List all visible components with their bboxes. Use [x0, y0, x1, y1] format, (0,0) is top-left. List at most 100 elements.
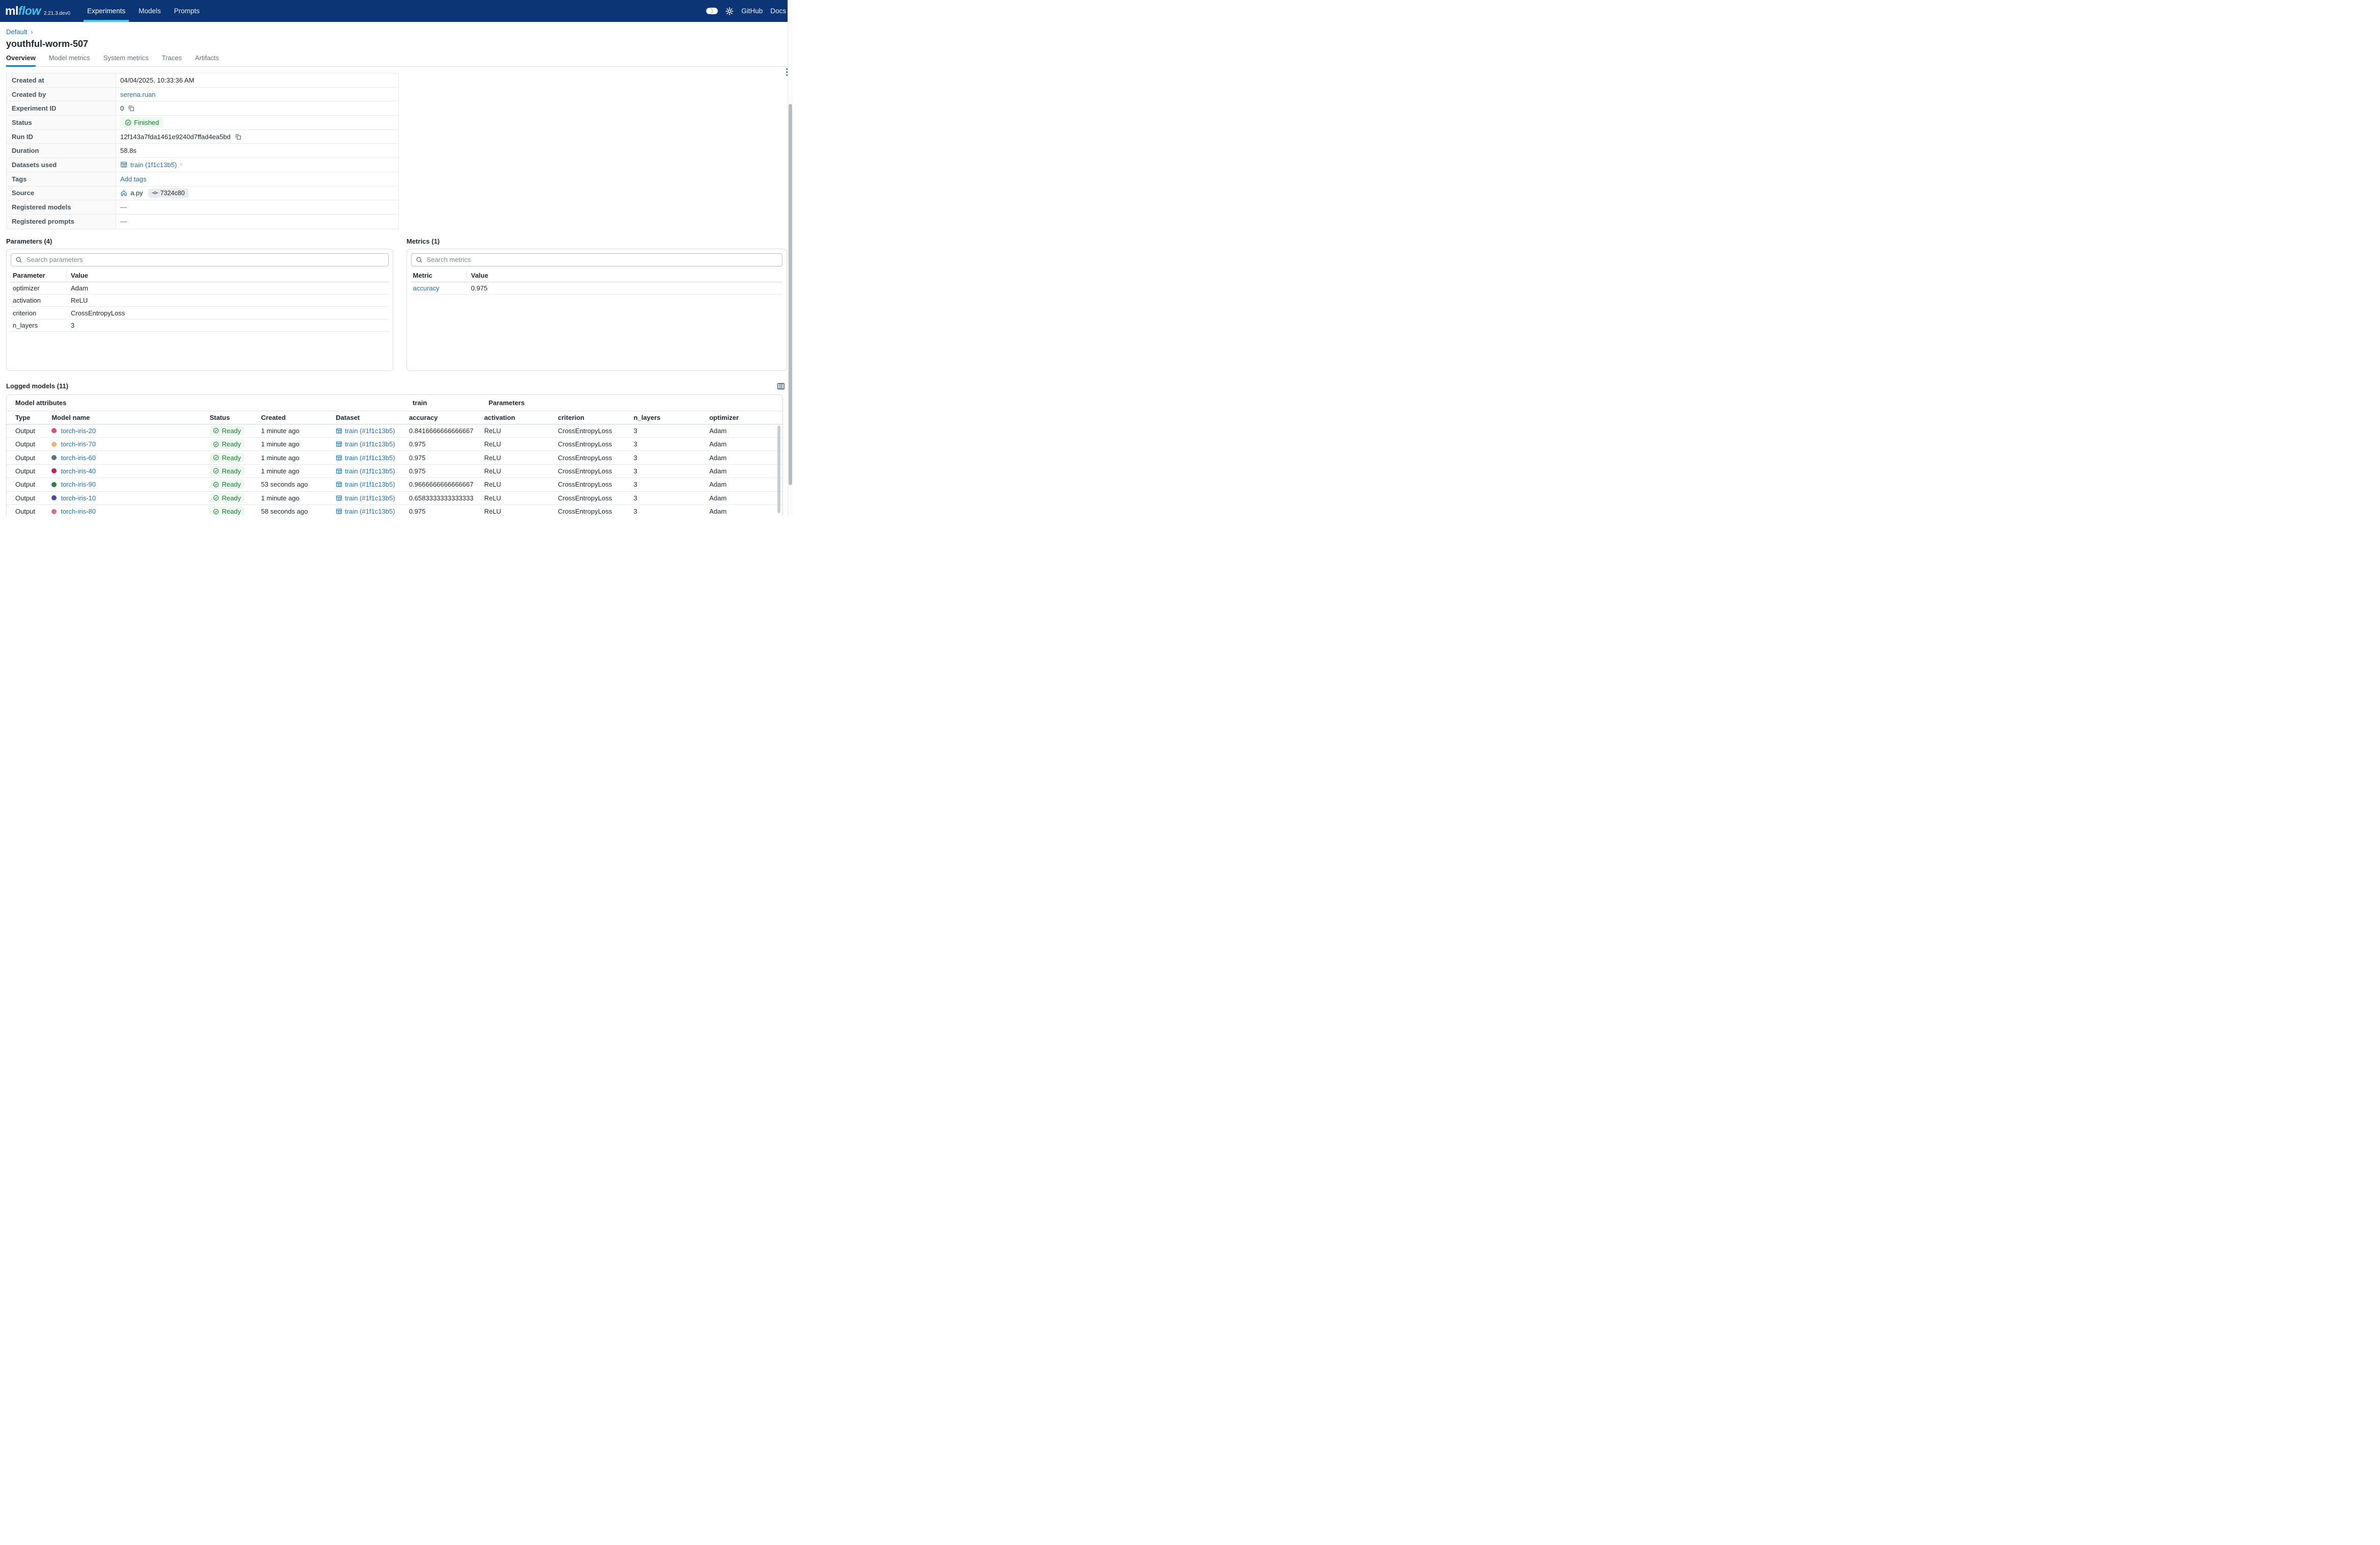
registered-prompts-empty: —	[120, 218, 127, 225]
model-name-link[interactable]: torch-iris-40	[61, 467, 96, 475]
copy-icon[interactable]	[235, 134, 241, 140]
dataset-table-icon	[336, 468, 342, 474]
model-name-link[interactable]: torch-iris-70	[61, 440, 96, 448]
dataset-link[interactable]: train (#1f1c13b5)	[345, 427, 395, 435]
group-model-attributes: Model attributes	[15, 399, 413, 407]
model-name-link[interactable]: torch-iris-20	[61, 427, 96, 435]
commit-hash: 7324c80	[160, 190, 185, 197]
nav-tab-prompts[interactable]: Prompts	[168, 0, 206, 22]
main-content: Default › youthful-worm-507 Overview Mod…	[0, 28, 793, 515]
detail-row-run-id: Run ID 12f143a7fda1461e9240d7ffad4ea5bd	[7, 130, 398, 144]
dataset-used-link[interactable]: train (1f1c13b5)	[130, 161, 177, 169]
nav-tab-models[interactable]: Models	[132, 0, 168, 22]
breadcrumb-experiment-link[interactable]: Default	[6, 28, 27, 36]
tab-artifacts[interactable]: Artifacts	[195, 54, 219, 66]
source-commit-chip[interactable]: 7324c80	[148, 189, 188, 198]
parameters-table: Parameter Value optimizer Adam activatio…	[11, 270, 389, 332]
ready-status-badge: Ready	[209, 453, 245, 463]
model-criterion: CrossEntropyLoss	[558, 427, 634, 435]
ready-status-badge: Ready	[209, 466, 245, 476]
model-name-link[interactable]: torch-iris-60	[61, 454, 96, 462]
parameter-name: optimizer	[11, 284, 67, 292]
status-badge: Finished	[120, 117, 164, 128]
model-name-link[interactable]: torch-iris-90	[61, 481, 96, 488]
tab-system-metrics[interactable]: System metrics	[103, 54, 149, 66]
toggle-knob	[706, 8, 713, 14]
model-created: 1 minute ago	[261, 427, 336, 435]
duration-value: 58.8s	[120, 147, 137, 154]
model-type: Output	[15, 427, 51, 435]
search-metrics-input[interactable]	[426, 255, 778, 264]
page-scrollbar-track[interactable]	[788, 0, 793, 515]
model-accuracy: 0.6583333333333333	[409, 494, 484, 502]
metric-name-link[interactable]: accuracy	[413, 284, 440, 292]
dataset-link[interactable]: train (#1f1c13b5)	[345, 481, 395, 488]
parameter-row: criterion CrossEntropyLoss	[11, 307, 389, 319]
ready-status-badge: Ready	[209, 493, 245, 503]
table-columns-icon[interactable]	[777, 382, 785, 390]
table-scrollbar-thumb[interactable]	[777, 425, 780, 513]
tab-model-metrics[interactable]: Model metrics	[49, 54, 90, 66]
col-status: Status	[209, 414, 261, 421]
model-n-layers: 3	[634, 494, 710, 502]
detail-row-status: Status Finished	[7, 116, 398, 130]
tab-traces[interactable]: Traces	[162, 54, 182, 66]
github-link[interactable]: GitHub	[741, 7, 763, 15]
col-criterion: criterion	[558, 414, 634, 421]
navbar-right-cluster: GitHub Docs	[706, 7, 786, 15]
nav-tab-experiments[interactable]: Experiments	[80, 0, 132, 22]
model-type: Output	[15, 508, 51, 515]
model-criterion: CrossEntropyLoss	[558, 508, 634, 515]
model-criterion: CrossEntropyLoss	[558, 454, 634, 462]
docs-link[interactable]: Docs	[770, 7, 786, 15]
model-activation: ReLU	[484, 427, 558, 435]
model-optimizer: Adam	[709, 508, 782, 515]
parameters-table-header: Parameter Value	[11, 270, 389, 282]
theme-toggle-switch[interactable]	[706, 8, 718, 14]
metrics-table: Metric Value accuracy 0.975	[411, 270, 783, 295]
detail-label: Experiment ID	[7, 101, 116, 115]
column-header-value: Value	[467, 272, 783, 279]
detail-row-tags: Tags Add tags	[7, 172, 398, 187]
detail-label: Registered models	[7, 200, 116, 214]
col-activation: activation	[484, 414, 558, 421]
tab-overview[interactable]: Overview	[6, 54, 36, 66]
version-label: 2.21.3.dev0	[44, 11, 70, 16]
model-name-link[interactable]: torch-iris-10	[61, 494, 96, 502]
created-by-link[interactable]: serena.ruan	[120, 91, 155, 98]
copy-icon[interactable]	[128, 105, 134, 112]
status-text: Ready	[222, 481, 241, 488]
gear-icon[interactable]	[725, 7, 734, 15]
page-scrollbar-thumb[interactable]	[789, 104, 792, 485]
model-accuracy: 0.975	[409, 467, 484, 475]
dataset-link[interactable]: train (#1f1c13b5)	[345, 508, 395, 515]
search-icon	[416, 256, 423, 263]
mlflow-logo[interactable]: mlflow 2.21.3.dev0	[5, 4, 70, 18]
metrics-table-header: Metric Value	[411, 270, 783, 282]
dataset-table-icon	[336, 428, 342, 434]
parameter-row: n_layers 3	[11, 319, 389, 332]
model-activation: ReLU	[484, 454, 558, 462]
run-details-table: Created at 04/04/2025, 10:33:36 AM Creat…	[6, 73, 399, 229]
dataset-link[interactable]: train (#1f1c13b5)	[345, 467, 395, 475]
dataset-link[interactable]: train (#1f1c13b5)	[345, 454, 395, 462]
add-tags-button[interactable]: Add tags	[120, 175, 146, 183]
dataset-link[interactable]: train (#1f1c13b5)	[345, 440, 395, 448]
logged-models-group-header: Model attributes train Parameters	[7, 395, 782, 411]
parameter-value: Adam	[67, 284, 389, 292]
model-created: 1 minute ago	[261, 454, 336, 462]
model-accuracy: 0.975	[409, 454, 484, 462]
detail-label: Created at	[7, 73, 116, 87]
parameter-value: 3	[67, 322, 389, 329]
detail-label: Duration	[7, 144, 116, 157]
ready-status-badge: Ready	[209, 426, 245, 436]
model-created: 53 seconds ago	[261, 481, 336, 488]
dataset-table-icon	[336, 495, 342, 501]
ready-status-badge: Ready	[209, 480, 245, 489]
registered-models-empty: —	[120, 203, 127, 211]
dataset-link[interactable]: train (#1f1c13b5)	[345, 494, 395, 502]
search-parameters-input[interactable]	[25, 255, 384, 264]
model-color-dot	[51, 428, 57, 433]
model-name-link[interactable]: torch-iris-80	[61, 508, 96, 515]
detail-row-experiment-id: Experiment ID 0	[7, 101, 398, 116]
